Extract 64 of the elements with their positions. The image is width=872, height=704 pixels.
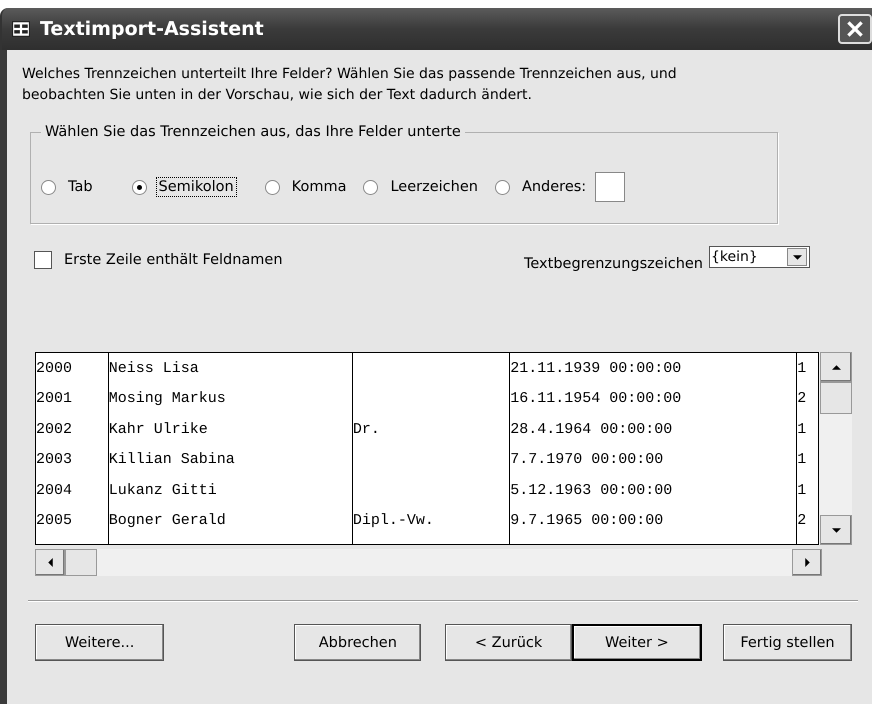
dialog-button[interactable]: Weitere... [35,624,164,661]
radio-button[interactable] [264,180,280,194]
table-cell: 1 [797,451,806,468]
table-cell: 9.7.1965 00:00:00 [510,512,664,530]
scroll-thumb[interactable] [820,382,852,414]
caret-icon [792,254,802,260]
table-cell: 5.12.1963 00:00:00 [510,482,672,499]
table-cell: Dipl.-Vw. [352,512,434,530]
dialog-button[interactable]: Weiter > [572,624,702,661]
close-button[interactable] [838,14,872,44]
radio-label: Anderes: [520,178,588,197]
radio-label: Komma [290,178,348,197]
table-cell: 2003 [36,451,72,468]
table-cell: Mosing Markus [108,390,226,408]
radio-label: Tab [67,178,94,197]
input-field[interactable] [595,172,626,202]
table-cell: 2 [797,512,806,530]
table-cell: Neiss Lisa [108,360,199,377]
table-cell: 2004 [36,482,72,499]
horizontal-scrollbar[interactable] [35,549,822,576]
qualifier-dropdown[interactable]: {kein} [709,246,810,268]
radio-button[interactable] [132,180,147,194]
table-cell: Killian Sabina [108,451,235,468]
scroll-right-button[interactable] [792,549,822,576]
scroll-thumb[interactable] [65,549,97,576]
radio-button[interactable] [494,180,510,194]
table-cell: 21.11.1939 00:00:00 [510,360,682,377]
table-cell: 2000 [36,360,72,377]
scroll-up-button[interactable] [820,352,852,382]
table-cell: 2 [797,390,806,408]
table-cell: Dr. [352,420,380,438]
right-arrow-icon [804,558,810,567]
table-cell: 28.4.1964 00:00:00 [510,420,672,438]
dialog-button[interactable]: < Zurück [445,624,572,661]
radio-label: Semikolon [156,177,237,197]
table-cell: 1 [797,420,806,438]
table-cell: 7.7.1970 00:00:00 [510,451,664,468]
window-title: Textimport-Assistent [40,18,265,40]
table-cell: 1 [797,482,806,499]
table-cell: 2001 [36,390,72,408]
table-cell: 2005 [36,512,72,530]
left-arrow-icon [48,558,52,567]
up-arrow-icon [832,364,841,370]
table-cell: 2002 [36,420,72,438]
instruction-text: Welches Trennzeichen unterteilt Ihre Felder? Wählen Sie das passende Trennzeichen aus, und beobachten Sie unten in der Vorschau, wie sich der Text dadurch ändert. [22,65,678,105]
table-cell: 16.11.1954 00:00:00 [510,390,682,408]
group-label: Wählen Sie das Trennzeichen aus, das Ihre Felder unterte [44,124,462,140]
checkbox-label: Erste Zeile enthält Feldnamen [64,252,283,268]
table-cell: Bogner Gerald [108,512,226,530]
table-cell: Kahr Ulrike [108,420,208,438]
dialog-button[interactable]: Abbrechen [294,624,422,661]
radio-button[interactable] [41,180,56,194]
down-arrow-icon [832,528,841,532]
radio-label: Leerzeichen [389,178,479,197]
vertical-scrollbar[interactable] [819,352,852,545]
form-icon [12,21,30,37]
table-cell: Lukanz Gitti [108,482,217,499]
scroll-down-button[interactable] [820,515,852,545]
qualifier-label: Textbegrenzungszeichen [524,256,703,272]
scroll-left-button[interactable] [35,549,65,576]
checkbox[interactable] [34,251,52,269]
dialog-button[interactable]: Fertig stellen [722,624,852,661]
radio-button[interactable] [363,180,378,194]
table-cell: 1 [797,360,806,377]
